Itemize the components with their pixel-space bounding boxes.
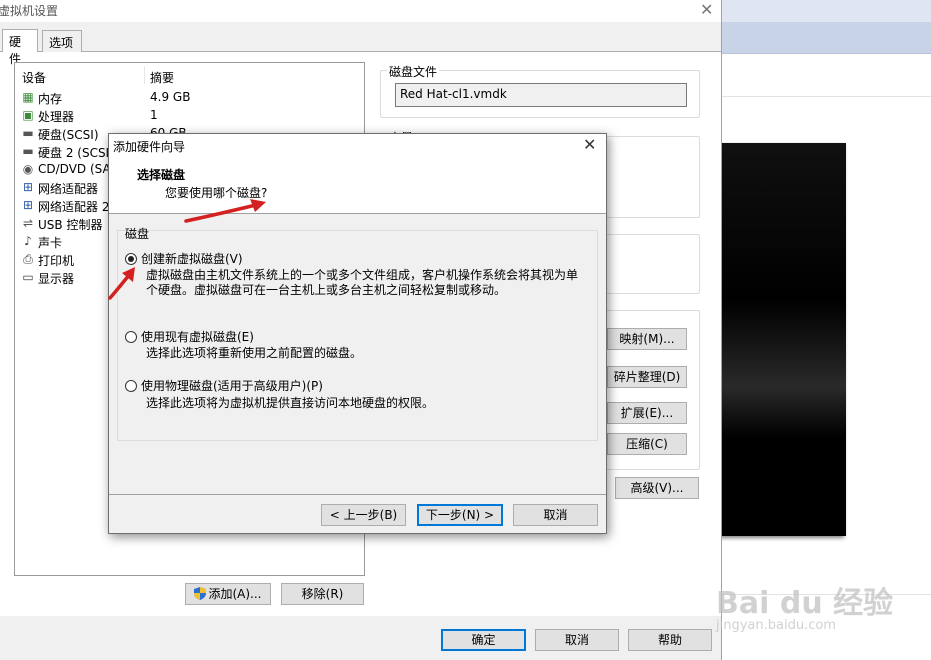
column-separator[interactable]: [144, 66, 145, 84]
cdrom-icon: ◉: [22, 162, 34, 176]
device-name: 硬盘 2 (SCSI): [38, 146, 114, 160]
bottom-bar: 确定 取消 帮助: [0, 617, 721, 660]
add-hardware-button[interactable]: 添加(A)...: [185, 583, 271, 605]
background-toolbar: [722, 22, 931, 54]
divider: [722, 96, 931, 97]
display-icon: ▭: [22, 270, 34, 284]
use-physical-disk-description: 选择此选项将为虚拟机提供直接访问本地硬盘的权限。: [146, 396, 434, 411]
dialog-body: 磁盘 创建新虚拟磁盘(V) 虚拟磁盘由主机文件系统上的一个或多个文件组成，客户机…: [109, 215, 606, 495]
device-name: 硬盘(SCSI): [38, 128, 99, 142]
device-name: 处理器: [38, 110, 75, 124]
description-line: 虚拟磁盘由主机文件系统上的一个或多个文件组成，客户机操作系统会将其视为单: [146, 268, 579, 282]
network-icon: ⊞: [22, 198, 34, 212]
compact-button[interactable]: 压缩(C): [607, 433, 687, 455]
disk-file-field[interactable]: Red Hat-cl1.vmdk: [395, 83, 687, 107]
radio-unselected[interactable]: [125, 331, 137, 343]
next-button[interactable]: 下一步(N) >: [417, 504, 503, 526]
expand-button[interactable]: 扩展(E)...: [607, 402, 687, 424]
background-titlebar: [722, 0, 931, 22]
device-summary: 1: [150, 108, 158, 122]
background-window: [722, 0, 931, 660]
disk-group-label: 磁盘: [125, 227, 150, 241]
close-icon[interactable]: ✕: [700, 0, 713, 19]
map-button[interactable]: 映射(M)...: [607, 328, 687, 350]
help-button[interactable]: 帮助: [628, 629, 712, 651]
use-physical-disk-label: 使用物理磁盘(适用于高级用户)(P): [141, 379, 323, 393]
processor-icon: ▣: [22, 108, 34, 122]
use-existing-disk-option[interactable]: 使用现有虚拟磁盘(E): [125, 328, 254, 345]
tab-hardware[interactable]: 硬件: [2, 29, 38, 66]
window-titlebar: 虚拟机设置 ✕: [0, 0, 721, 22]
dialog-close-icon[interactable]: ✕: [583, 135, 596, 154]
harddisk-icon: ▬: [22, 144, 34, 158]
device-list-header: 设备 摘要: [15, 63, 364, 85]
network-icon: ⊞: [22, 180, 34, 194]
watermark-url: jingyan.baidu.com: [716, 618, 836, 633]
use-existing-disk-description: 选择此选项将重新使用之前配置的磁盘。: [146, 346, 362, 361]
window-title: 虚拟机设置: [0, 4, 59, 18]
create-new-disk-option[interactable]: 创建新虚拟磁盘(V): [125, 250, 243, 267]
use-physical-disk-option[interactable]: 使用物理磁盘(适用于高级用户)(P): [125, 377, 323, 394]
usb-icon: ⇌: [22, 216, 34, 230]
device-name: 网络适配器 2: [38, 200, 110, 214]
dialog-heading: 选择磁盘: [137, 168, 186, 182]
device-name: 网络适配器: [38, 182, 99, 196]
vm-console-preview: [722, 143, 846, 536]
printer-icon: ⎙: [23, 252, 33, 266]
description-line: 个硬盘。虚拟磁盘可在一台主机上或多台主机之间轻松复制或移动。: [146, 283, 507, 297]
shield-icon: [194, 586, 207, 600]
device-name: USB 控制器: [38, 218, 103, 232]
dialog-title: 添加硬件向导: [113, 140, 186, 154]
back-button[interactable]: < 上一步(B): [321, 504, 406, 526]
radio-selected[interactable]: [125, 253, 137, 265]
device-name: 显示器: [38, 272, 75, 286]
use-existing-disk-label: 使用现有虚拟磁盘(E): [141, 330, 254, 344]
device-row[interactable]: ▦ 内存 4.9 GB: [15, 89, 364, 107]
disk-file-group: 磁盘文件 Red Hat-cl1.vmdk: [380, 63, 700, 118]
memory-icon: ▦: [22, 90, 34, 104]
device-name: 内存: [38, 92, 63, 106]
device-row[interactable]: ▣ 处理器 1: [15, 107, 364, 125]
create-new-disk-description: 虚拟磁盘由主机文件系统上的一个或多个文件组成，客户机操作系统会将其视为单 个硬盘…: [146, 268, 578, 298]
watermark-brand: Bai du 经验: [716, 586, 894, 621]
description-line: 选择此选项将为虚拟机提供直接访问本地硬盘的权限。: [146, 396, 435, 410]
advanced-button[interactable]: 高级(V)...: [615, 477, 699, 499]
device-name: 声卡: [38, 236, 63, 250]
radio-unselected[interactable]: [125, 380, 137, 392]
add-hardware-label: 添加(A)...: [208, 587, 262, 601]
tab-options[interactable]: 选项: [42, 30, 82, 52]
defrag-button[interactable]: 碎片整理(D): [607, 366, 687, 388]
create-new-disk-label: 创建新虚拟磁盘(V): [141, 252, 243, 266]
sound-icon: ♪: [24, 234, 32, 248]
dialog-divider: [109, 494, 606, 495]
column-header-summary[interactable]: 摘要: [150, 69, 174, 86]
remove-hardware-button[interactable]: 移除(R): [281, 583, 364, 605]
cancel-button[interactable]: 取消: [535, 629, 619, 651]
add-hardware-wizard-dialog: 添加硬件向导 ✕ 选择磁盘 您要使用哪个磁盘? 磁盘 创建新虚拟磁盘(V) 虚拟…: [108, 133, 607, 534]
dialog-titlebar: 添加硬件向导 ✕: [109, 134, 606, 156]
harddisk-icon: ▬: [22, 126, 34, 140]
column-header-device[interactable]: 设备: [22, 69, 46, 86]
description-line: 选择此选项将重新使用之前配置的磁盘。: [146, 346, 363, 360]
device-name: 打印机: [38, 254, 75, 268]
disk-file-label: 磁盘文件: [387, 63, 440, 80]
annotation-arrow-icon: [184, 199, 266, 223]
device-summary: 4.9 GB: [150, 90, 191, 104]
ok-button[interactable]: 确定: [441, 629, 526, 651]
dialog-cancel-button[interactable]: 取消: [513, 504, 598, 526]
annotation-arrow-icon: [108, 267, 135, 300]
